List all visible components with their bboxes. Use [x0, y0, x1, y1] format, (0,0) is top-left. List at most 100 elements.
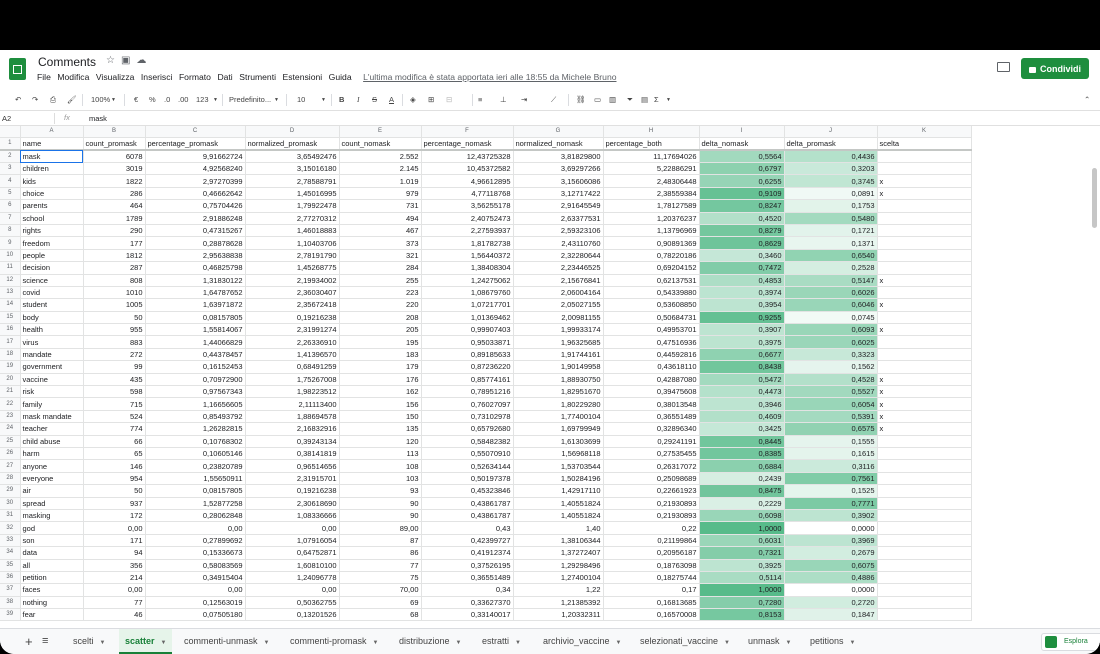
cell[interactable]: 0,5480	[784, 212, 878, 225]
cell[interactable]	[877, 472, 972, 486]
cell[interactable]: 0,39475608	[603, 385, 700, 399]
cell[interactable]: 1,60810100	[245, 559, 340, 572]
cell[interactable]: 3,15016180	[245, 162, 340, 176]
cell[interactable]: 1,99933174	[513, 323, 604, 337]
cell[interactable]: health	[20, 323, 84, 337]
row-header[interactable]: 23	[0, 410, 21, 424]
cell[interactable]: 0,42399727	[421, 534, 514, 548]
cell[interactable]: 2,91645549	[513, 199, 604, 213]
cell[interactable]: 2,97270399	[145, 174, 246, 188]
cell[interactable]: 0,5391	[784, 410, 878, 424]
cell[interactable]: 2,35672418	[245, 298, 340, 312]
cell[interactable]	[877, 261, 972, 275]
cell[interactable]: 1,45268775	[245, 261, 340, 275]
cell[interactable]: 1,90149958	[513, 360, 604, 374]
link-icon[interactable]: ⛓	[576, 95, 586, 104]
cell[interactable]: 0,5527	[784, 385, 878, 399]
cell[interactable]: science	[20, 274, 84, 287]
cell[interactable]: 0,99907403	[421, 323, 514, 337]
bold-button[interactable]: B	[339, 95, 344, 104]
sheet-tab-distribuzione[interactable]: distribuzione ▼	[399, 629, 461, 654]
cell[interactable]: 0,6046	[784, 298, 878, 312]
cell[interactable]: 10,45372582	[421, 162, 514, 176]
cell[interactable]: 0,54339880	[603, 286, 700, 300]
cell[interactable]: 0,8279	[699, 224, 785, 238]
row-header[interactable]: 28	[0, 472, 21, 486]
cell[interactable]: 0,20956187	[603, 546, 700, 560]
cell[interactable]: 6078	[83, 150, 146, 163]
cell[interactable]: 955	[83, 323, 146, 337]
cell[interactable]: 883	[83, 335, 146, 349]
cell[interactable]: x	[877, 385, 972, 399]
cell[interactable]: 172	[83, 509, 146, 523]
cell[interactable]: 1,27400104	[513, 571, 604, 585]
cell[interactable]: 0,3745	[784, 174, 878, 188]
cell[interactable]: 0,4528	[784, 373, 878, 387]
cell[interactable]: 2,36030407	[245, 286, 340, 300]
cell[interactable]: x	[877, 298, 972, 312]
row-header[interactable]: 10	[0, 249, 21, 263]
cell[interactable]: 1,64787652	[145, 286, 246, 300]
cell[interactable]: 0,64752871	[245, 546, 340, 560]
row-header[interactable]: 11	[0, 261, 21, 275]
cell[interactable]: 373	[339, 236, 422, 250]
cell[interactable]: 4,96612895	[421, 174, 514, 188]
cell[interactable]: 2,78588791	[245, 174, 340, 188]
cell[interactable]	[877, 559, 972, 572]
paint-format-icon[interactable]: 🖌	[67, 95, 77, 104]
cell[interactable]: 2,26336910	[245, 335, 340, 349]
cell[interactable]: 2,63377531	[513, 212, 604, 225]
increase-decimal-button[interactable]: .00	[178, 95, 188, 104]
cell[interactable]: 0,1753	[784, 199, 878, 213]
cell[interactable]: 0,3323	[784, 348, 878, 362]
cell[interactable]: 4,92568240	[145, 162, 246, 176]
cell[interactable]: 0,27535455	[603, 447, 700, 461]
cell[interactable]: 1,56440372	[421, 249, 514, 263]
cell[interactable]: 1,82951670	[513, 385, 604, 399]
cell[interactable]: school	[20, 212, 84, 225]
cell[interactable]: 1,53703544	[513, 459, 604, 473]
cell[interactable]: 1010	[83, 286, 146, 300]
cell[interactable]	[877, 348, 972, 362]
cell[interactable]	[877, 162, 972, 176]
fill-color-icon[interactable]: ◈	[410, 95, 416, 104]
cell[interactable]: 0,08157805	[145, 311, 246, 325]
cell[interactable]: 2,00981155	[513, 311, 604, 325]
column-header[interactable]: C	[145, 126, 246, 138]
cell[interactable]: 0,18763098	[603, 559, 700, 572]
cell[interactable]: 0,43	[421, 521, 514, 535]
cell[interactable]: 1,29298496	[513, 559, 604, 572]
cell[interactable]: 70,00	[339, 583, 422, 597]
cell[interactable]: 1822	[83, 174, 146, 188]
cell[interactable]: mandate	[20, 348, 84, 362]
zoom-select[interactable]: 100%	[91, 95, 110, 104]
cell[interactable]: 1,38106344	[513, 534, 604, 548]
print-icon[interactable]: ⎙	[50, 95, 56, 105]
cell[interactable]: 0,32896340	[603, 422, 700, 436]
cell[interactable]: 0,37526195	[421, 559, 514, 572]
cell[interactable]	[877, 311, 972, 325]
cell[interactable]: 0,38141819	[245, 447, 340, 461]
cell[interactable]: 0,50684731	[603, 311, 700, 325]
column-header[interactable]: J	[784, 126, 878, 138]
cell[interactable]	[877, 509, 972, 523]
cell[interactable]: government	[20, 360, 84, 374]
cell[interactable]: 2.145	[339, 162, 422, 176]
cell[interactable]: 1,40551824	[513, 497, 604, 510]
cell[interactable]: 46	[83, 608, 146, 622]
cell[interactable]: 179	[339, 360, 422, 374]
cell[interactable]: 0,76027097	[421, 397, 514, 411]
cell[interactable]	[877, 447, 972, 461]
cell[interactable]: 0,36551489	[421, 571, 514, 585]
sheet-tab-petitions[interactable]: petitions ▼	[810, 629, 855, 654]
cell[interactable]: 0,00	[83, 583, 146, 597]
cell[interactable]: 1,88930750	[513, 373, 604, 387]
borders-icon[interactable]: ⊞	[428, 95, 434, 104]
cell[interactable]: 183	[339, 348, 422, 362]
cell[interactable]: 0,47315267	[145, 224, 246, 238]
cell[interactable]: x	[877, 274, 972, 287]
cell[interactable]: 808	[83, 274, 146, 287]
cell[interactable]: family	[20, 397, 84, 411]
chevron-down-icon[interactable]: ▼	[161, 640, 167, 646]
cell[interactable]: 1,22	[513, 583, 604, 597]
